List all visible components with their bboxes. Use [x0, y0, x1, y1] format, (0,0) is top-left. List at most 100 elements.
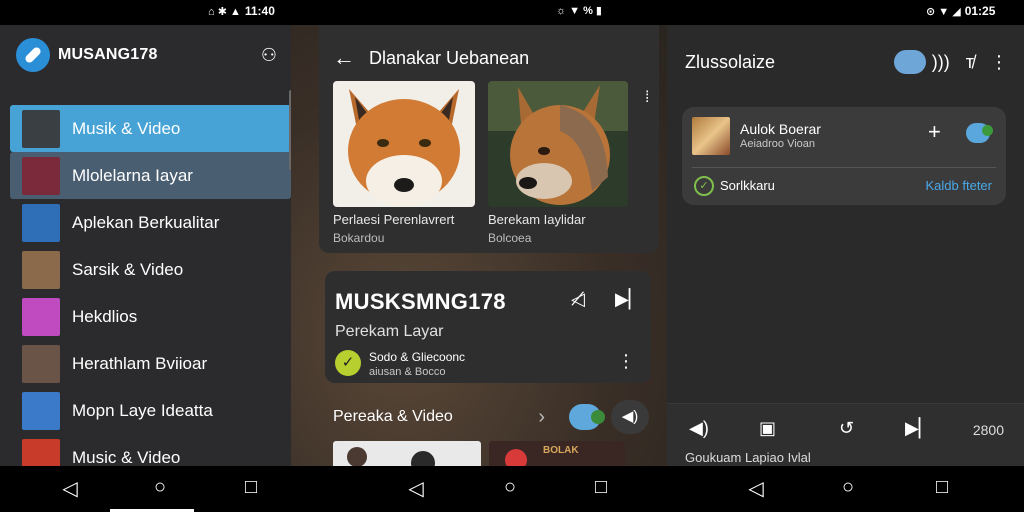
player-title: MUSKSMNG178	[335, 289, 506, 314]
home-icon[interactable]: ○	[148, 476, 172, 499]
playback-time: 2800	[972, 422, 1004, 438]
menu-item-thumbnail	[22, 391, 60, 430]
navigation-bar: ◁ ○ □ ◁ ○ □ ◁ ○ □	[0, 466, 1024, 512]
footer-label: Sorlkkaru	[720, 178, 775, 193]
player-subtitle: Perekam Layar	[335, 323, 444, 340]
status-icons: ☼ ▼ % ▮	[556, 5, 602, 17]
playback-caption: Goukuam Lapiao Ivlal	[685, 450, 811, 465]
menu-item[interactable]: Music & Video	[10, 434, 291, 466]
menu-item-label: Music & Video	[72, 447, 181, 467]
status-group-left: ⌂ ✱ ▲ 11:40	[208, 4, 275, 18]
menu-item-thumbnail	[22, 250, 60, 289]
player-line-2: aiusan & Bocco	[369, 366, 446, 378]
more-vertical-icon[interactable]: ⋮	[617, 351, 635, 372]
add-icon[interactable]: +	[928, 119, 941, 145]
drawer-header: MUSANG178 ⚇	[16, 37, 277, 73]
menu-item[interactable]: Sarsik & Video	[10, 246, 291, 293]
thumbnail-strip-item[interactable]	[333, 441, 481, 466]
menu-item-label: Hekdlios	[72, 306, 138, 326]
section-label: Pereaka & Video	[333, 408, 453, 425]
menu-item-thumbnail	[22, 203, 60, 242]
back-arrow-icon[interactable]: ←	[333, 45, 355, 71]
status-time: 01:25	[964, 4, 996, 18]
menu-item-label: Herathlam Bviioar	[72, 353, 208, 373]
status-icons: ⌂ ✱ ▲	[208, 5, 241, 18]
back-icon[interactable]: ◁	[58, 476, 82, 501]
recents-icon[interactable]: □	[589, 476, 613, 499]
menu-item-thumbnail	[22, 344, 60, 383]
volume-icon[interactable]: ◀)	[611, 400, 649, 434]
media-item-card[interactable]: Aulok Boerar Aeiadroo Vioan + ✓ Sorlkkar…	[682, 107, 1006, 205]
settings-title: Zlussolaize	[685, 51, 776, 72]
now-playing-card[interactable]: MUSKSMNG178 ◁̸ ▶▏ Perekam Layar ✓ Sodo &…	[325, 271, 651, 383]
recents-icon[interactable]: □	[930, 476, 954, 499]
card-caption: Berekam Iaylidar	[488, 212, 586, 227]
back-icon[interactable]: ◁	[404, 476, 428, 501]
status-group-middle: ☼ ▼ % ▮	[556, 4, 602, 17]
account-switch-icon[interactable]: ⚇	[261, 45, 277, 66]
menu-item-label: Mlolelarna Iayar	[72, 165, 193, 185]
more-vertical-icon[interactable]: ⋮	[990, 52, 1008, 73]
settings-screen: Zlussolaize ))) ᴛ̸ ⋮ Aulok Boerar Aeiadr…	[667, 25, 1024, 466]
gallery-header: ← Dlanakar Uebanean	[333, 45, 647, 71]
media-title: Aulok Boerar	[740, 121, 821, 137]
skip-next-icon[interactable]: ▶▏	[615, 289, 643, 310]
translate-icon[interactable]: ᴛ̸	[966, 52, 974, 73]
menu-item[interactable]: Musik & Video	[10, 105, 291, 152]
menu-item[interactable]: Aplekan Berkualitar	[10, 199, 291, 246]
chevron-right-icon[interactable]: ›	[538, 406, 545, 429]
card-subtitle: Bokardou	[333, 231, 385, 245]
app-title: MUSANG178	[58, 46, 158, 63]
check-circle-icon: ✓	[694, 176, 714, 196]
menu-item-label: Musik & Video	[72, 118, 181, 138]
playback-controls: ◀) ▣ ↺ ▶▏ 2800 Goukuam Lapiao Ivlal	[667, 403, 1024, 466]
card-caption: Perlaesi Perenlavrert	[333, 212, 455, 227]
menu-item[interactable]: Mlolelarna Iayar	[10, 152, 291, 199]
card-subtitle: Bolcoea	[488, 231, 532, 245]
status-bar: ⌂ ✱ ▲ 11:40 ☼ ▼ % ▮ ⊙ ▼ ◢ 01:25	[0, 0, 1024, 25]
record-icon	[505, 449, 527, 466]
status-group-right: ⊙ ▼ ◢ 01:25	[926, 4, 995, 18]
status-icons: ⊙ ▼ ◢	[926, 5, 961, 18]
footer-link[interactable]: Kaldb fteter	[926, 178, 993, 193]
menu-item-label: Aplekan Berkualitar	[72, 212, 220, 232]
back-icon[interactable]: ◁	[744, 476, 768, 501]
app-logo	[16, 38, 50, 72]
volume-down-icon[interactable]: ◀)	[689, 418, 709, 439]
home-icon[interactable]: ○	[836, 476, 860, 499]
skip-icon[interactable]: ▶▏	[905, 418, 933, 439]
channel-avatar-icon: ✓	[335, 350, 361, 376]
drawer-menu: Musik & Video Mlolelarna Iayar Aplekan Ber…	[10, 105, 291, 466]
recents-icon[interactable]: □	[239, 476, 263, 499]
menu-item[interactable]: Hekdlios	[10, 293, 291, 340]
media-subtitle: Aeiadroo Vioan	[740, 138, 816, 150]
thumbnail-strip-item[interactable]: BOLAK	[489, 441, 625, 466]
cast-icon[interactable]: )))	[932, 52, 950, 73]
menu-item-thumbnail	[22, 156, 60, 195]
share-icon[interactable]: ◁̸	[571, 289, 585, 310]
menu-item[interactable]: Herathlam Bviioar	[10, 340, 291, 387]
card-divider	[692, 167, 996, 168]
section-row[interactable]: Pereaka & Video › ◀)	[333, 399, 649, 435]
menu-item-label: Sarsik & Video	[72, 259, 184, 279]
home-icon[interactable]: ○	[498, 476, 522, 499]
screen-record-icon[interactable]: ▣	[759, 418, 776, 439]
cloud-sync-icon[interactable]	[966, 123, 993, 143]
cloud-icon[interactable]	[893, 50, 926, 74]
gallery-screen: ← Dlanakar Uebanean Perlaesi Perenlavrer…	[291, 25, 667, 466]
media-thumbnail	[692, 117, 730, 155]
strip-label: BOLAK	[543, 445, 579, 456]
cloud-icon[interactable]	[569, 404, 605, 430]
fox-image-card[interactable]	[333, 81, 475, 207]
drawer-screen: MUSANG178 ⚇ Musik & Video Mlolelarna Iaya…	[0, 25, 291, 466]
gallery-title: Dlanakar Uebanean	[369, 47, 530, 68]
hooded-fox-image-card[interactable]	[488, 81, 628, 207]
status-time: 11:40	[244, 4, 275, 18]
menu-item[interactable]: Mopn Laye Ideatta	[10, 387, 291, 434]
menu-item-label: Mopn Laye Ideatta	[72, 400, 213, 420]
replay-icon[interactable]: ↺	[839, 418, 854, 439]
more-options-icon[interactable]: ⁞	[645, 89, 649, 107]
menu-item-thumbnail	[22, 438, 60, 466]
player-line-1: Sodo & Gliecoonc	[369, 350, 466, 364]
menu-item-thumbnail	[22, 297, 60, 336]
